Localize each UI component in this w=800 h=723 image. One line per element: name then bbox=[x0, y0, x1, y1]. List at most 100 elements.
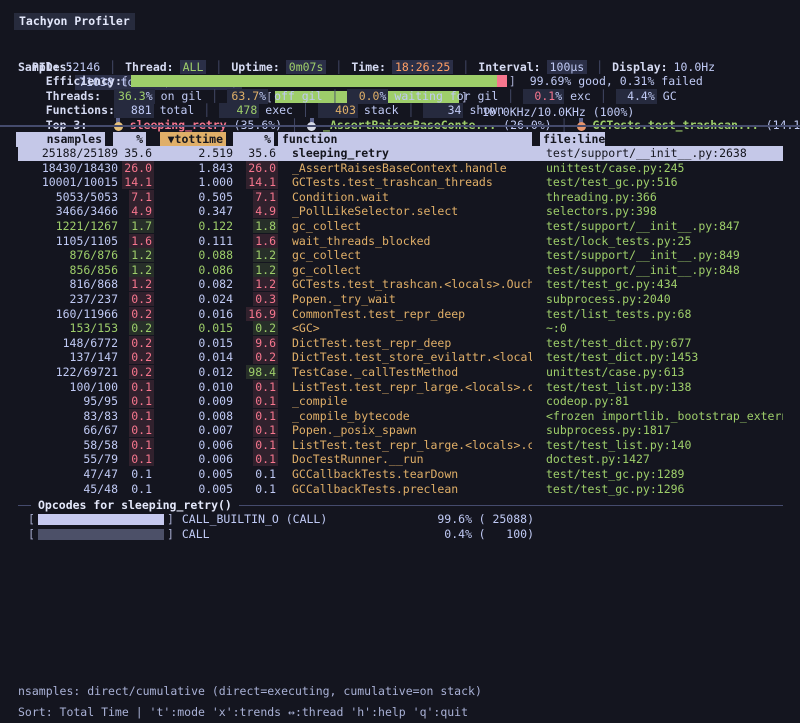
table-row[interactable]: ▶ 66/67 0.1 0.007 0.1 Popen._posix_spawn… bbox=[18, 423, 783, 438]
cell-tottime: 0.006 bbox=[154, 438, 233, 453]
column-header-tottime-sorted[interactable]: ▼tottime bbox=[160, 132, 226, 147]
cell-file-line: subprocess.py:1817 bbox=[546, 423, 783, 438]
cell-tottime: 0.005 bbox=[154, 467, 233, 482]
cell-function: DictTest.test_repr_deep bbox=[292, 336, 532, 351]
table-row[interactable]: ▶ 1105/1105 1.6 0.111 1.6 wait_threads_b… bbox=[18, 234, 783, 249]
table-row[interactable]: ▶ 237/237 0.3 0.024 0.3 Popen._try_wait … bbox=[18, 292, 783, 307]
cell-file-line: unittest/case.py:613 bbox=[546, 365, 783, 380]
cell-tottime: 0.088 bbox=[154, 248, 233, 263]
cell-nsamples: 10001/10015 bbox=[18, 175, 118, 190]
cell-cumulative-pct: 4.9 bbox=[233, 204, 278, 219]
cell-direct-pct: 4.9 bbox=[118, 204, 154, 219]
cell-function: <GC> bbox=[292, 321, 532, 336]
cell-nsamples: 1221/1267 bbox=[18, 219, 118, 234]
cell-cumulative-pct: 26.0 bbox=[233, 161, 278, 176]
cell-nsamples: 122/69721 bbox=[18, 365, 118, 380]
cell-nsamples: 237/237 bbox=[18, 292, 118, 307]
cell-nsamples: 66/67 bbox=[18, 423, 118, 438]
table-row[interactable]: ▶ 122/69721 0.2 0.012 98.4 TestCase._cal… bbox=[18, 365, 783, 380]
status-bar: PID:52146Thread:ALLUptime:0m07sTime:18:2… bbox=[0, 30, 800, 45]
column-header-file-line[interactable]: file:line bbox=[540, 132, 605, 147]
opcode-stats: 99.6%( 25088) bbox=[418, 512, 534, 527]
table-row[interactable]: ▶ 856/856 1.2 0.086 1.2 gc_collect test/… bbox=[18, 263, 783, 278]
functions-row: Functions:881total478exec403stack34shown bbox=[0, 88, 800, 103]
table-row[interactable]: ▶ 3466/3466 4.9 0.347 4.9 _PollLikeSelec… bbox=[18, 204, 783, 219]
cell-file-line: test/list_tests.py:68 bbox=[546, 307, 783, 322]
cell-direct-pct: 0.2 bbox=[118, 350, 154, 365]
cell-tottime: 0.007 bbox=[154, 423, 233, 438]
cell-tottime: 0.008 bbox=[154, 409, 233, 424]
table-row[interactable]: ▶ 816/868 1.2 0.082 1.2 GCTests.test_tra… bbox=[18, 277, 783, 292]
cell-tottime: 0.014 bbox=[154, 350, 233, 365]
cell-cumulative-pct: 1.6 bbox=[233, 234, 278, 249]
bar-close-bracket: ] bbox=[167, 527, 174, 542]
table-row[interactable]: ▶ 153/153 0.2 0.015 0.2 <GC> ~:0 bbox=[18, 321, 783, 336]
cell-tottime: 0.024 bbox=[154, 292, 233, 307]
column-header-nsamples[interactable]: nsamples bbox=[16, 132, 105, 147]
medal-icon bbox=[307, 118, 316, 131]
cell-tottime: 0.009 bbox=[154, 394, 233, 409]
table-row[interactable]: ▶ 137/147 0.2 0.014 0.2 DictTest.test_st… bbox=[18, 350, 783, 365]
table-row[interactable]: ▶ 148/6772 0.2 0.015 9.6 DictTest.test_r… bbox=[18, 336, 783, 351]
cell-nsamples: 137/147 bbox=[18, 350, 118, 365]
medal-icon bbox=[114, 118, 123, 131]
cell-function: ListTest.test_repr_large.<locals>.c... bbox=[292, 438, 532, 453]
table-row[interactable]: ▶ 95/95 0.1 0.009 0.1 _compile codeop.py… bbox=[18, 394, 783, 409]
cell-function: wait_threads_blocked bbox=[292, 234, 532, 249]
cell-tottime: 1.000 bbox=[154, 175, 233, 190]
cell-nsamples: 83/83 bbox=[18, 409, 118, 424]
column-header-cumulative-pct[interactable]: % bbox=[233, 132, 274, 147]
samples-row: Samples: 71038 total (10000.4/s) [] 10.0… bbox=[0, 45, 800, 60]
table-row[interactable]: ▶ 25188/25189 35.6 2.519 35.6 sleeping_r… bbox=[18, 146, 783, 161]
cell-nsamples: 160/11966 bbox=[18, 307, 118, 322]
cell-function: CommonTest.test_repr_deep bbox=[292, 307, 532, 322]
cell-nsamples: 100/100 bbox=[18, 380, 118, 395]
table-row[interactable]: ▶ 58/58 0.1 0.006 0.1 ListTest.test_repr… bbox=[18, 438, 783, 453]
cell-function: GCTests.test_trashcan_threads bbox=[292, 175, 532, 190]
opcode-row: [] CALL 0.4%( 100) bbox=[28, 527, 783, 542]
table-row[interactable]: ▶ 5053/5053 7.1 0.505 7.1 Condition.wait… bbox=[18, 190, 783, 205]
table-row[interactable]: ▶ 55/79 0.1 0.006 0.1 DocTestRunner.__ru… bbox=[18, 452, 783, 467]
threads-row: Threads:36.3%on gil63.7%off gil0.0%waiti… bbox=[0, 74, 800, 89]
table-row[interactable]: ▶ 10001/10015 14.1 1.000 14.1 GCTests.te… bbox=[18, 175, 783, 190]
cell-tottime: 0.010 bbox=[154, 380, 233, 395]
cell-nsamples: 58/58 bbox=[18, 438, 118, 453]
table-row[interactable]: ▶ 83/83 0.1 0.008 0.1 _compile_bytecode … bbox=[18, 409, 783, 424]
cell-tottime: 1.843 bbox=[154, 161, 233, 176]
cell-nsamples: 47/47 bbox=[18, 467, 118, 482]
table-header: nsamples % ▼tottime % function file:line bbox=[0, 132, 800, 147]
cell-file-line: test/test_list.py:138 bbox=[546, 380, 783, 395]
cell-cumulative-pct: 7.1 bbox=[233, 190, 278, 205]
cell-file-line: ~:0 bbox=[546, 321, 783, 336]
cell-function: gc_collect bbox=[292, 219, 532, 234]
cell-function: gc_collect bbox=[292, 263, 532, 278]
cell-cumulative-pct: 35.6 bbox=[233, 146, 278, 161]
cell-direct-pct: 1.2 bbox=[118, 263, 154, 278]
table-row[interactable]: ▶ 100/100 0.1 0.010 0.1 ListTest.test_re… bbox=[18, 380, 783, 395]
cell-file-line: threading.py:366 bbox=[546, 190, 783, 205]
cell-cumulative-pct: 0.2 bbox=[233, 350, 278, 365]
table-row[interactable]: ▶ 876/876 1.2 0.088 1.2 gc_collect test/… bbox=[18, 248, 783, 263]
cell-direct-pct: 35.6 bbox=[118, 146, 154, 161]
cell-tottime: 0.347 bbox=[154, 204, 233, 219]
cell-function: GCCallbackTests.preclean bbox=[292, 482, 532, 497]
cell-file-line: doctest.py:1427 bbox=[546, 452, 783, 467]
cell-file-line: subprocess.py:2040 bbox=[546, 292, 783, 307]
opcode-row: [] CALL_BUILTIN_O (CALL) 99.6%( 25088) bbox=[28, 512, 783, 527]
cell-direct-pct: 1.2 bbox=[118, 248, 154, 263]
table-row[interactable]: ▶ 18430/18430 26.0 1.843 26.0 _AssertRai… bbox=[18, 161, 783, 176]
cell-cumulative-pct: 1.8 bbox=[233, 219, 278, 234]
table-row[interactable]: ▶ 47/47 0.1 0.005 0.1 GCCallbackTests.te… bbox=[18, 467, 783, 482]
table-row[interactable]: ▶ 160/11966 0.2 0.016 16.9 CommonTest.te… bbox=[18, 307, 783, 322]
column-header-function[interactable]: function bbox=[278, 132, 532, 147]
column-header-direct-pct[interactable]: % bbox=[113, 132, 146, 147]
cell-tottime: 0.086 bbox=[154, 263, 233, 278]
table-row[interactable]: ▶ 1221/1267 1.7 0.122 1.8 gc_collect tes… bbox=[18, 219, 783, 234]
opcodes-list: [] CALL_BUILTIN_O (CALL) 99.6%( 25088) [… bbox=[28, 512, 783, 542]
cell-cumulative-pct: 0.1 bbox=[233, 394, 278, 409]
cell-function: _compile_bytecode bbox=[292, 409, 532, 424]
table-row[interactable]: ▶ 45/48 0.1 0.005 0.1 GCCallbackTests.pr… bbox=[18, 482, 783, 497]
app-title: Tachyon Profiler bbox=[14, 13, 135, 30]
cell-nsamples: 856/856 bbox=[18, 263, 118, 278]
bar-open-bracket: [ bbox=[28, 512, 35, 527]
